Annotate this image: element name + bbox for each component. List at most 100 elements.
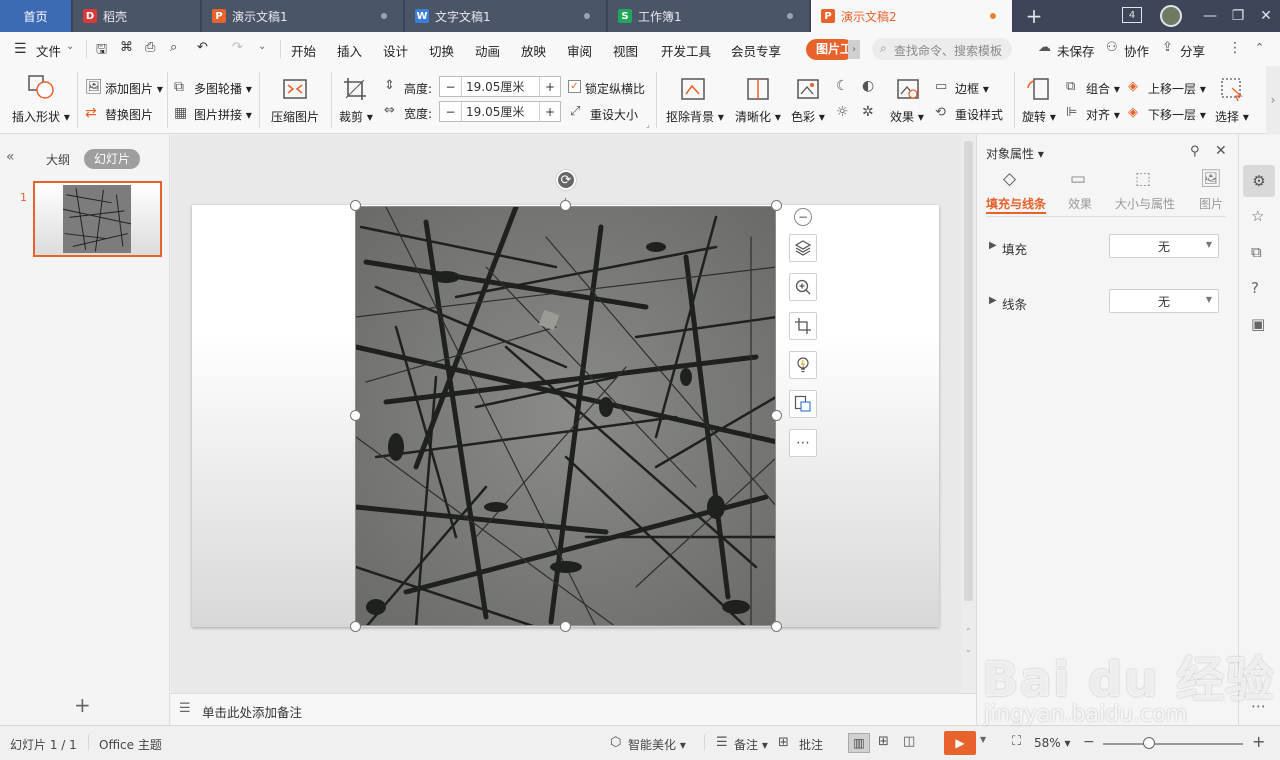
expand-line-icon[interactable]: ▶ <box>989 295 997 306</box>
pin-star-icon[interactable]: ☆ <box>1251 207 1264 225</box>
zoom-in-icon[interactable] <box>789 273 817 301</box>
crop-tool-icon[interactable] <box>789 312 817 340</box>
color-button[interactable]: 色彩 ▾ <box>791 108 825 125</box>
zoom-slider-track[interactable] <box>1103 743 1243 745</box>
contrast-icon[interactable]: ◐ <box>862 78 874 94</box>
scrollbar-thumb[interactable] <box>964 141 973 601</box>
resize-handle-top-left[interactable] <box>350 200 361 211</box>
resize-handle-right[interactable] <box>771 410 782 421</box>
lock-ratio-checkbox[interactable]: ✓ <box>568 80 581 93</box>
tab-document-1[interactable]: W 文字文稿1 <box>405 0 607 32</box>
width-input[interactable]: 19.05厘米 <box>462 103 539 120</box>
undo-icon[interactable]: ↶ <box>197 40 208 55</box>
multi-carousel-button[interactable]: 多图轮播 ▾ <box>194 80 252 97</box>
reset-size-button[interactable]: 重设大小 <box>590 106 638 123</box>
size-dialog-launcher-icon[interactable]: ⌟ <box>646 120 650 129</box>
group-button[interactable]: 组合 ▾ <box>1086 80 1120 97</box>
resize-handle-bottom[interactable] <box>560 621 571 632</box>
replace-picture-button[interactable]: 替换图片 <box>105 106 153 123</box>
new-tab-button[interactable]: + <box>1020 4 1048 28</box>
notes-toggle-button[interactable]: 备注 ▾ <box>734 736 768 753</box>
properties-icon[interactable]: ⚙ <box>1243 165 1275 197</box>
context-tab-picture-tools[interactable]: 图片工 <box>806 39 854 60</box>
tab-daoke[interactable]: D 稻壳 <box>73 0 201 32</box>
close-panel-icon[interactable]: ✕ <box>1215 143 1227 159</box>
slideshow-dropdown-icon[interactable]: ▼ <box>980 735 986 744</box>
decrement-icon[interactable]: − <box>440 102 462 121</box>
menu-item-animation[interactable]: 动画 <box>475 41 500 60</box>
format-painter-icon[interactable]: ⌘ <box>120 40 133 55</box>
tab-outline[interactable]: 大纲 <box>46 151 70 168</box>
panel-title[interactable]: 对象属性 ▾ <box>986 145 1044 162</box>
insert-shape-button[interactable]: 插入形状 ▾ <box>12 108 70 125</box>
share-button[interactable]: 分享 <box>1180 41 1205 60</box>
more-icon[interactable]: ⋮ <box>1228 40 1242 56</box>
backup-icon[interactable]: ▣ <box>1251 315 1265 333</box>
menu-item-view[interactable]: 视图 <box>613 41 638 60</box>
window-count-badge[interactable]: 4 <box>1122 7 1142 23</box>
theme-name[interactable]: Office 主题 <box>99 736 162 753</box>
fit-window-icon[interactable]: ⛶ <box>1012 734 1021 749</box>
reset-style-button[interactable]: 重设样式 <box>955 106 1003 123</box>
align-button[interactable]: 对齐 ▾ <box>1086 106 1120 123</box>
crop-button[interactable]: 裁剪 ▾ <box>339 108 373 125</box>
smart-beautify-button[interactable]: 智能美化 ▾ <box>628 736 686 753</box>
menu-item-home[interactable]: 开始 <box>291 41 316 60</box>
select-button[interactable]: 选择 ▾ <box>1215 108 1249 125</box>
menu-item-insert[interactable]: 插入 <box>337 41 362 60</box>
picture-to-text-icon[interactable] <box>789 390 817 418</box>
tab-home[interactable]: 首页 <box>0 0 72 32</box>
print-preview-icon[interactable]: ⌕ <box>170 40 177 55</box>
tab-effects[interactable]: 效果 <box>1068 195 1092 212</box>
tab-picture[interactable]: 图片 <box>1199 195 1223 212</box>
comments-button[interactable]: 批注 <box>799 736 823 753</box>
compress-picture-button[interactable]: 压缩图片 <box>271 108 319 125</box>
chevron-right-icon[interactable]: › <box>848 40 860 59</box>
help-icon[interactable]: ? <box>1251 279 1259 297</box>
normal-view-icon[interactable]: ▥ <box>848 733 870 753</box>
next-slide-icon[interactable]: ⌄ <box>965 645 972 654</box>
border-button[interactable]: 边框 ▾ <box>955 80 989 97</box>
decrement-icon[interactable]: − <box>440 77 462 96</box>
search-box[interactable]: ⌕ 查找命令、搜索模板 <box>872 38 1012 60</box>
zoom-out-icon[interactable]: − <box>1083 734 1095 750</box>
prev-slide-icon[interactable]: ⌃ <box>965 627 972 636</box>
menu-item-developer[interactable]: 开发工具 <box>661 41 711 60</box>
bring-forward-button[interactable]: 上移一层 ▾ <box>1148 80 1206 97</box>
slide-sorter-icon[interactable]: ⊞ <box>878 734 889 749</box>
increment-icon[interactable]: + <box>539 102 560 121</box>
tab-workbook-1[interactable]: S 工作簿1 <box>608 0 810 32</box>
tab-presentation-1[interactable]: P 演示文稿1 <box>202 0 404 32</box>
tab-presentation-2[interactable]: P 演示文稿2 <box>811 0 1013 32</box>
height-input[interactable]: 19.05厘米 <box>462 78 539 95</box>
zoom-slider-thumb[interactable] <box>1143 737 1156 749</box>
more-options-icon[interactable]: ⋯ <box>789 429 817 457</box>
add-picture-button[interactable]: 添加图片 ▾ <box>105 80 163 97</box>
rotate-handle-icon[interactable]: ⟳ <box>556 170 576 190</box>
sharpen-button[interactable]: 清晰化 ▾ <box>735 108 781 125</box>
print-icon[interactable]: ⎙ <box>145 40 155 55</box>
remove-background-button[interactable]: 抠除背景 ▾ <box>666 108 724 125</box>
restore-icon[interactable]: ❐ <box>1228 6 1248 26</box>
menu-item-review[interactable]: 审阅 <box>567 41 592 60</box>
minimize-icon[interactable]: — <box>1200 6 1220 26</box>
tab-fill-and-line[interactable]: 填充与线条 <box>986 195 1046 212</box>
pin-icon[interactable]: ⚲ <box>1190 144 1200 159</box>
fill-dropdown[interactable]: 无 ▼ <box>1109 234 1219 258</box>
slides-library-icon[interactable]: ⧉ <box>1251 243 1262 261</box>
rotate-button[interactable]: 旋转 ▾ <box>1022 108 1056 125</box>
tab-slides[interactable]: 幻灯片 <box>84 149 140 169</box>
notes-bar[interactable]: ☰ 单击此处添加备注 <box>171 693 976 725</box>
expand-fill-icon[interactable]: ▶ <box>989 240 997 251</box>
picture-collage-button[interactable]: 图片拼接 ▾ <box>194 106 252 123</box>
unsaved-status[interactable]: 未保存 <box>1057 41 1095 60</box>
avatar[interactable] <box>1160 5 1182 27</box>
zoom-in-icon[interactable]: + <box>1252 732 1265 751</box>
collapse-toolbar-icon[interactable]: − <box>794 208 812 226</box>
height-stepper[interactable]: − 19.05厘米 + <box>439 76 561 97</box>
line-dropdown[interactable]: 无 ▼ <box>1109 289 1219 313</box>
menu-item-slideshow[interactable]: 放映 <box>521 41 546 60</box>
vertical-scrollbar[interactable]: ⌃ ⌄ <box>961 135 976 693</box>
selected-picture[interactable] <box>355 206 776 626</box>
width-stepper[interactable]: − 19.05厘米 + <box>439 101 561 122</box>
